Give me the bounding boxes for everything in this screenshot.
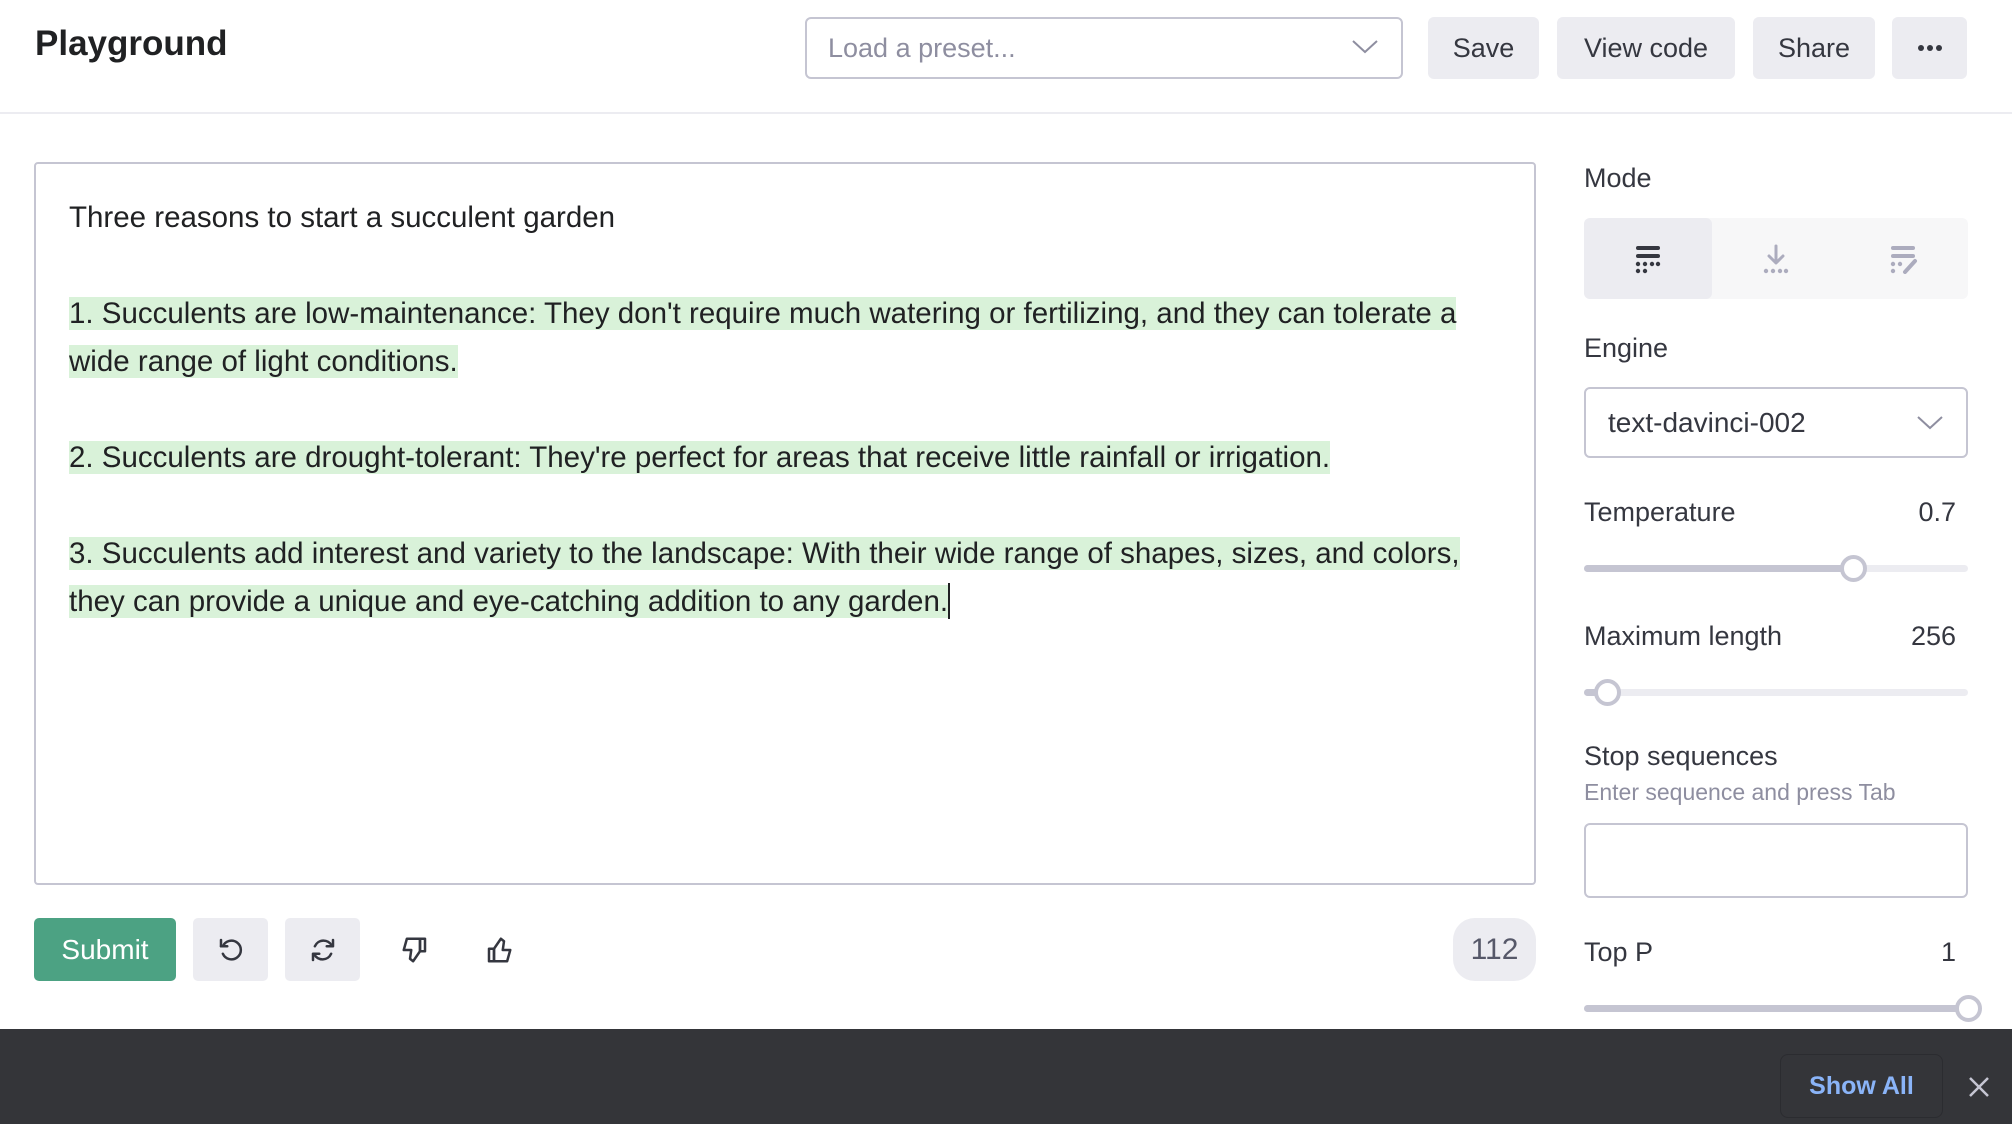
regenerate-button[interactable] [285,918,360,981]
stop-sequences-hint: Enter sequence and press Tab [1584,779,1896,805]
thumbs-down-icon [402,937,426,962]
save-button[interactable]: Save [1428,17,1539,79]
stop-sequences-label: Stop sequences [1584,741,1778,771]
max-length-label: Maximum length [1584,621,1783,651]
top-p-value: 1 [1940,937,1956,967]
completion-item: 2. Succulents are drought-tolerant: They… [69,441,1331,474]
close-bar-button[interactable] [1962,1070,1996,1104]
prompt-text: Three reasons to start a succulent garde… [69,201,616,234]
more-horizontal-icon [1917,45,1942,51]
slider-thumb[interactable] [1839,555,1867,582]
preset-select[interactable]: Load a preset... [805,17,1403,79]
download-bar [0,1029,2012,1124]
engine-value: text-davinci-002 [1608,406,1806,438]
mode-edit-button[interactable] [1840,218,1968,299]
complete-mode-icon [1635,245,1661,273]
undo-button[interactable] [193,918,268,981]
slider-thumb[interactable] [1955,995,1982,1022]
thumbs-up-icon [487,937,511,962]
close-icon [1969,1077,1989,1097]
token-count: 112 [1453,918,1536,981]
text-caret [948,583,951,619]
mode-label: Mode [1584,163,1652,193]
top-p-label: Top P [1584,937,1654,967]
completion-item: 3. Succulents add interest and variety t… [69,537,1460,618]
mode-insert-button[interactable] [1712,218,1840,299]
max-length-slider[interactable] [1584,677,1968,707]
completion-item: 1. Succulents are low-maintenance: They … [69,297,1457,378]
chevron-down-icon [1917,416,1943,430]
view-code-button[interactable]: View code [1557,17,1735,79]
header: Playground Load a preset... Save View co… [0,0,2012,114]
show-all-button[interactable]: Show All [1780,1054,1943,1118]
stop-sequences-input[interactable] [1584,823,1968,898]
more-options-button[interactable] [1892,17,1967,79]
chevron-down-icon [1352,40,1378,54]
temperature-label: Temperature [1584,497,1736,527]
thumbs-down-button[interactable] [377,918,452,981]
mode-selector [1584,218,1968,299]
temperature-value: 0.7 [1918,497,1956,527]
engine-select[interactable]: text-davinci-002 [1584,387,1968,458]
submit-button[interactable]: Submit [34,918,176,981]
prompt-editor[interactable]: Three reasons to start a succulent garde… [34,162,1536,885]
edit-mode-icon [1890,245,1917,274]
regenerate-icon [311,938,334,961]
share-button[interactable]: Share [1753,17,1875,79]
max-length-value: 256 [1910,621,1956,651]
slider-thumb[interactable] [1594,679,1622,706]
temperature-slider[interactable] [1584,553,1968,583]
undo-icon [219,938,242,961]
mode-complete-button[interactable] [1584,218,1712,299]
engine-label: Engine [1584,333,1669,363]
page-title: Playground [35,24,228,63]
insert-mode-icon [1763,244,1789,273]
top-p-slider[interactable] [1584,993,1982,1023]
thumbs-up-button[interactable] [461,918,536,981]
preset-placeholder: Load a preset... [828,32,1016,63]
